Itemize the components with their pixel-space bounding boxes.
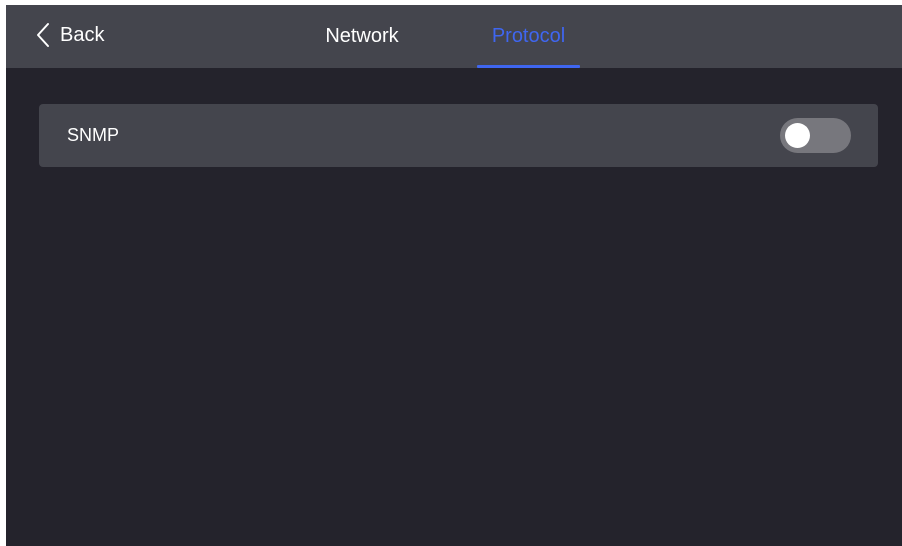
back-label: Back [60,23,105,46]
snmp-toggle[interactable] [780,118,851,153]
chevron-left-icon [36,22,50,48]
tab-protocol[interactable]: Protocol [477,5,580,68]
snmp-label: SNMP [67,125,120,145]
snmp-setting-row: SNMP [39,104,878,167]
toggle-knob [785,123,810,148]
tab-protocol-label: Protocol [491,25,566,47]
protocol-settings-screen: Back Network Protocol SNMP [6,5,902,546]
tab-network[interactable]: Network [302,5,422,68]
tab-network-label: Network [325,25,399,47]
top-navigation-bar: Back Network Protocol [6,5,902,68]
back-button[interactable]: Back [36,19,104,51]
active-tab-indicator [477,65,580,68]
